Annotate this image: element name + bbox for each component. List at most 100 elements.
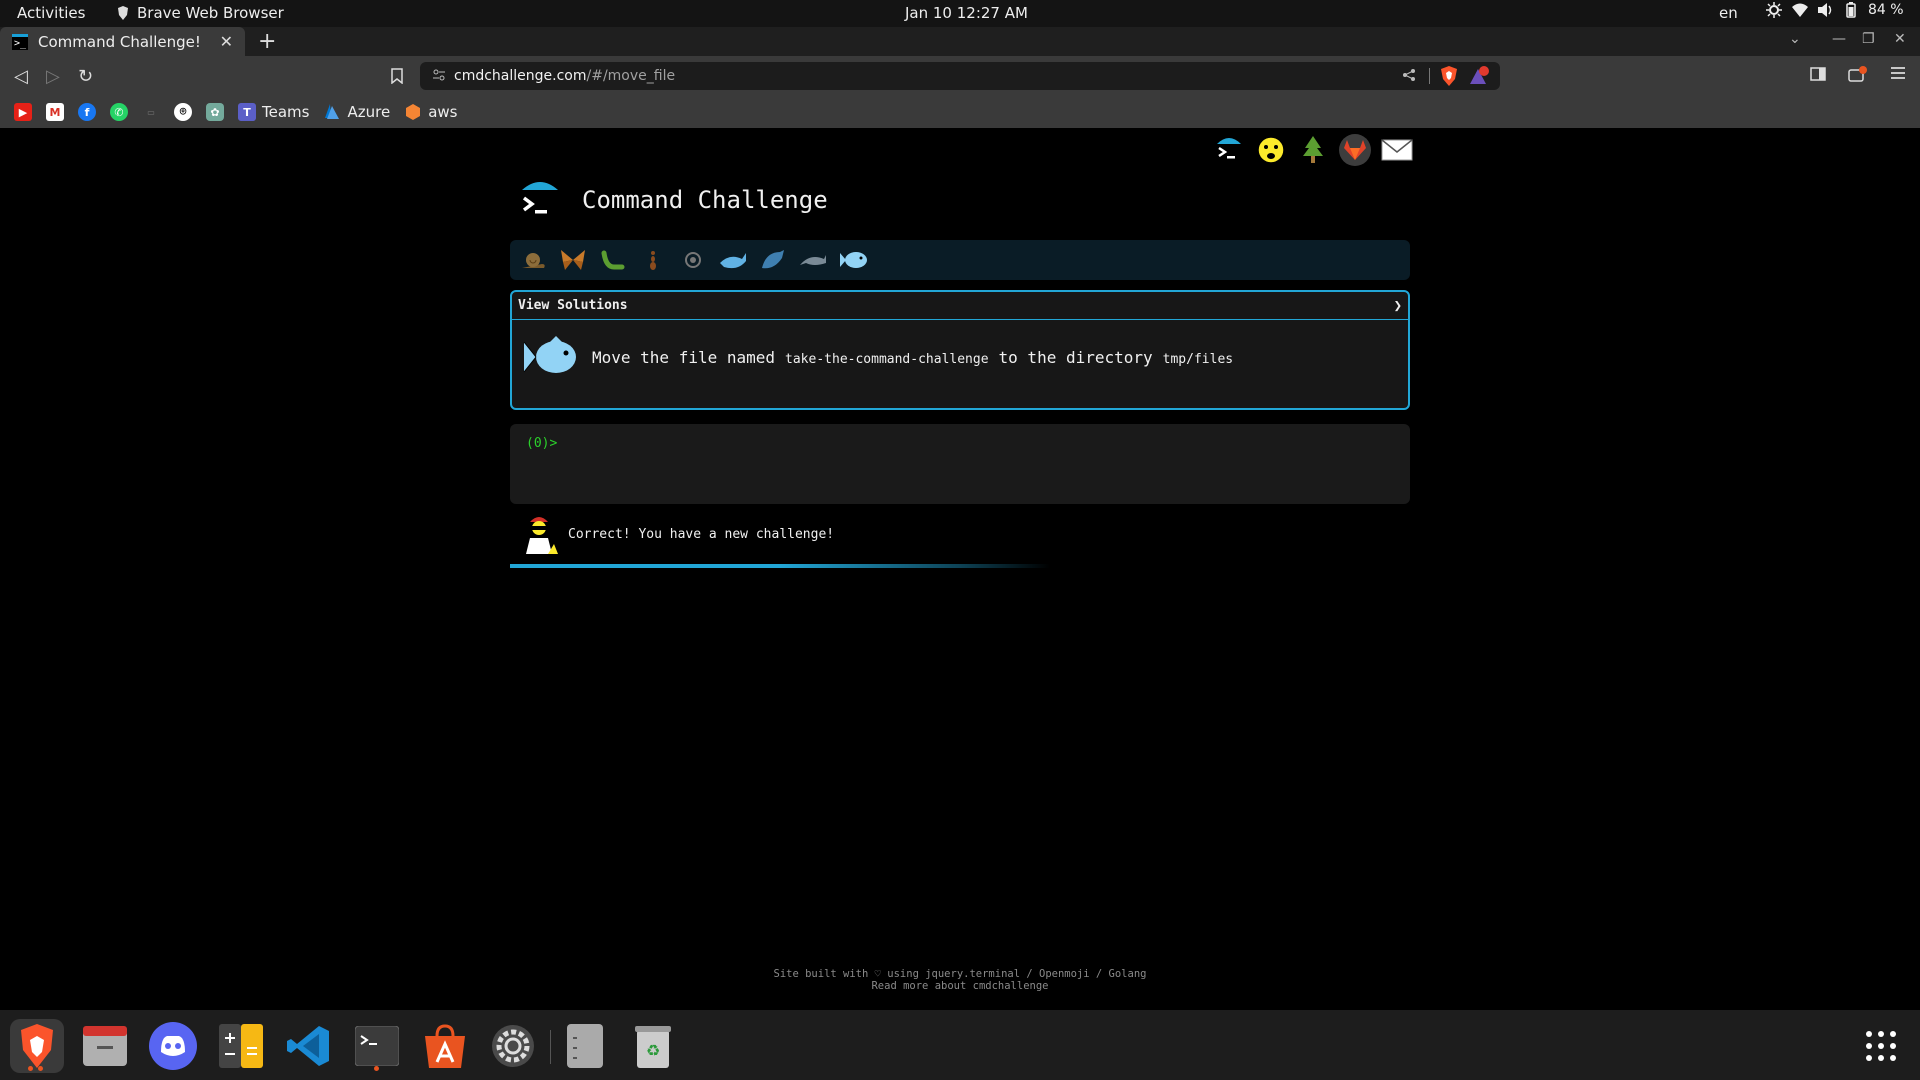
settings-gear-icon [492,1025,534,1067]
calculator-icon [219,1024,263,1068]
snail-icon[interactable] [518,245,548,275]
tab-command-challenge[interactable]: >_ Command Challenge! ✕ [0,27,245,56]
shark-icon[interactable] [758,245,788,275]
restore-icon[interactable]: ❐ [1862,31,1875,47]
wifi-icon [1792,3,1808,17]
dock-settings[interactable] [486,1019,540,1073]
dock-files[interactable] [78,1019,132,1073]
dock-trash[interactable]: ♻ [626,1019,680,1073]
tab-search-chevron-icon[interactable]: ⌄ [1789,31,1801,47]
tab-title: Command Challenge! [38,32,201,51]
oops-emoji-icon[interactable] [1255,134,1287,166]
view-solutions-label: View Solutions [518,298,628,313]
dock-brave[interactable] [10,1019,64,1073]
header-links [1213,134,1413,166]
battery-icon [1846,2,1856,18]
back-icon[interactable]: ◁ [14,66,28,87]
footer-read-more-link[interactable]: Read more about cmdchallenge [0,980,1920,992]
app-center-icon [425,1024,465,1068]
whale-icon[interactable] [718,245,748,275]
cmdchallenge-logo-small-icon[interactable] [1213,134,1245,166]
dock-vscode[interactable] [282,1019,336,1073]
dock-discord[interactable] [146,1019,200,1073]
brave-lion-icon [21,1024,53,1068]
forward-icon[interactable]: ▷ [46,66,60,87]
bookmark-azure-label: Azure [347,103,391,121]
share-icon[interactable] [1402,68,1416,82]
vscode-icon [287,1026,329,1066]
close-window-icon[interactable]: ✕ [1894,31,1906,47]
facebook-icon[interactable]: f [78,103,96,121]
sidebar-toggle-icon[interactable] [1810,66,1826,82]
ant-icon[interactable] [638,245,668,275]
feedback-text: Correct! You have a new challenge! [568,526,835,542]
language-indicator[interactable]: en [1719,4,1738,22]
minimize-icon[interactable]: — [1832,31,1846,47]
bookmark-teams[interactable]: T Teams [238,103,309,121]
activities-button[interactable]: Activities [17,4,85,22]
challenge-description: Move the file named take-the-command-cha… [592,348,1233,367]
view-solutions-header[interactable]: View Solutions ❯ [512,292,1408,320]
email-icon[interactable] [1381,134,1413,166]
gitlab-icon[interactable] [1339,134,1371,166]
placeholder-bookmark-icon[interactable]: ▭ [142,103,160,121]
app-name-label: Brave Web Browser [137,4,284,22]
page-content: Command Challenge View Solutions ❯ Move … [0,128,1920,1010]
bookmark-azure[interactable]: Azure [323,103,390,121]
gmail-icon[interactable]: M [46,103,64,121]
url-host: cmdchallenge.com [454,68,587,84]
terminal-icon [355,1026,399,1066]
discord-icon [149,1022,197,1070]
tree-icon[interactable] [1297,134,1329,166]
svg-text:♻: ♻ [646,1041,660,1060]
challenge-text-middle: to the directory [998,347,1153,367]
progress-bar [510,564,1410,568]
site-info-icon[interactable] [432,68,446,82]
menu-icon[interactable] [1890,66,1906,80]
new-tab-button[interactable]: + [258,29,276,54]
reload-icon[interactable]: ↻ [78,66,93,87]
dock-disks[interactable] [558,1019,612,1073]
show-applications-button[interactable] [1854,1019,1908,1073]
challenge-text-before: Move the file named [592,347,776,367]
wallet-icon[interactable] [1848,66,1868,82]
github-icon[interactable]: ⌾ [174,103,192,121]
dolphin-icon[interactable] [798,245,828,275]
app-menu[interactable]: Brave Web Browser [117,4,284,22]
microbe-icon[interactable] [678,245,708,275]
dock-calculator[interactable] [214,1019,268,1073]
bookmarks-bar: ▶ M f ✆ ▭ ⌾ ✿ T Teams Azure aws [0,96,1920,128]
disk-drive-icon [567,1024,603,1068]
bookmark-aws[interactable]: aws [404,103,457,121]
brave-rewards-icon[interactable] [1468,66,1490,86]
address-bar[interactable]: cmdchallenge.com/#/move_file [420,62,1500,90]
bookmark-aws-label: aws [428,103,458,121]
terminal-input[interactable]: (0)> [510,424,1410,504]
clock[interactable]: Jan 10 12:27 AM [905,4,1028,22]
dock-terminal[interactable] [350,1019,404,1073]
aws-icon [406,104,421,120]
fish-icon [523,336,576,373]
butterfly-icon[interactable] [558,245,588,275]
browser-toolbar: ◁ ▷ ↻ cmdchallenge.com/#/move_file [0,56,1920,96]
url-separator [1429,68,1430,84]
close-tab-icon[interactable]: ✕ [220,32,233,51]
youtube-icon[interactable]: ▶ [14,103,32,121]
running-indicator [38,1066,43,1071]
dock-separator [550,1030,551,1064]
challenge-dir-name: tmp/files [1162,351,1234,367]
whatsapp-icon[interactable]: ✆ [110,103,128,121]
chatgpt-icon[interactable]: ✿ [206,103,224,121]
site-title[interactable]: Command Challenge [582,186,828,214]
brave-shields-icon[interactable] [1440,66,1458,86]
fish-icon[interactable] [838,245,868,275]
bookmark-icon[interactable] [391,68,403,84]
ninja-avatar-icon [526,517,558,554]
azure-icon [325,104,340,119]
cmdchallenge-logo-icon[interactable] [518,178,562,222]
caterpillar-icon[interactable] [598,245,628,275]
dock-software-center[interactable] [418,1019,472,1073]
system-tray[interactable]: 84 % [1766,2,1904,18]
site-header: Command Challenge [518,178,828,222]
bookmark-teams-label: Teams [262,103,310,121]
